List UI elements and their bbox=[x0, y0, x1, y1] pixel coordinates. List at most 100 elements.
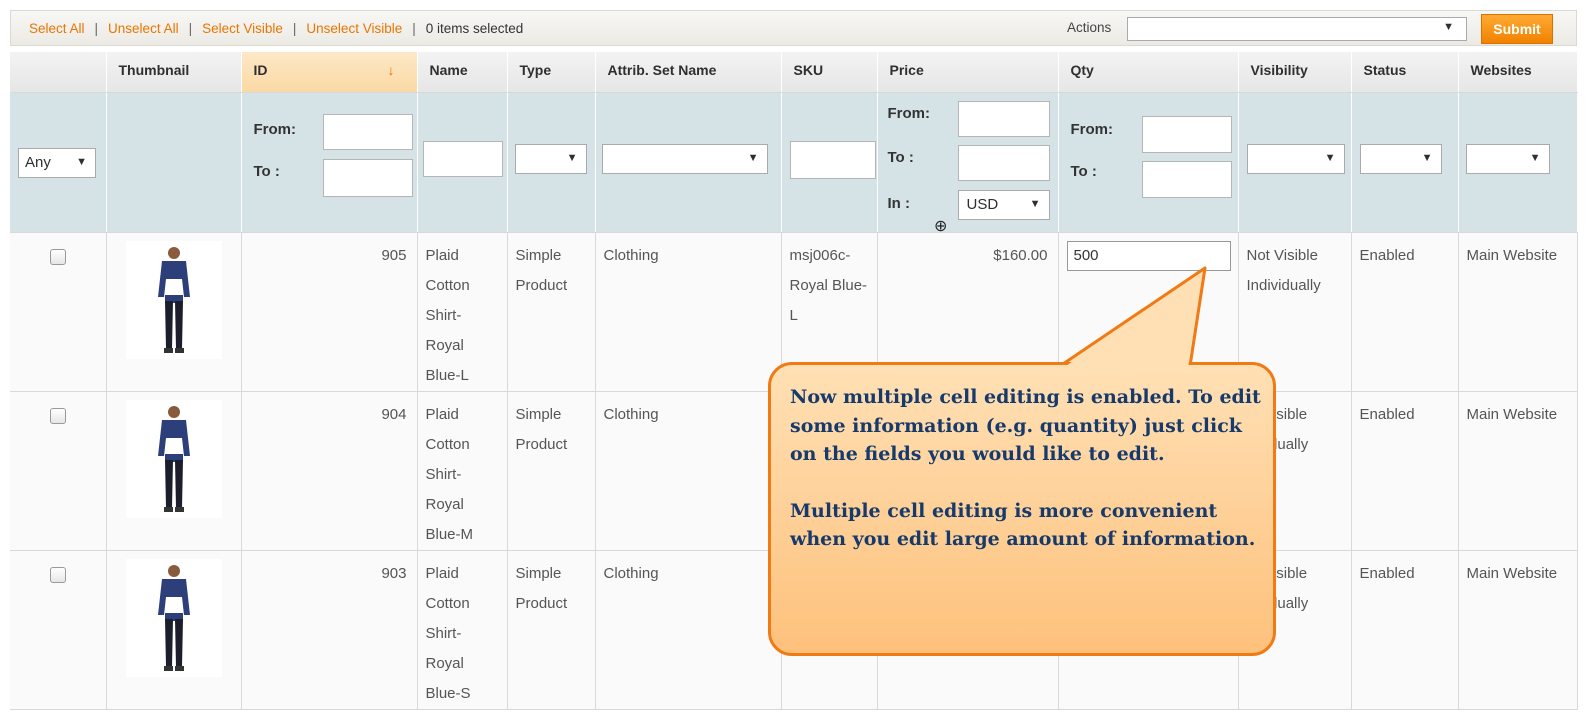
filter-qty: From: To : bbox=[1058, 92, 1239, 233]
row-checkbox[interactable] bbox=[49, 566, 66, 583]
name-cell: Plaid Cotton Shirt- Royal Blue-L bbox=[417, 232, 508, 392]
dropdown-arrow-icon: ▼ bbox=[747, 151, 759, 164]
name-cell: Plaid Cotton Shirt- Royal Blue-M bbox=[417, 391, 508, 551]
actions-label: Actions bbox=[1067, 20, 1112, 35]
product-thumbnail bbox=[125, 558, 222, 677]
grid-header-row: Thumbnail ID ↓ Name Type Attrib. Set Nam… bbox=[10, 52, 1578, 93]
type-cell: Simple Product bbox=[507, 232, 596, 392]
filter-name bbox=[417, 92, 508, 233]
actions-select[interactable]: ▼ bbox=[1127, 17, 1467, 41]
type-cell: Simple Product bbox=[507, 550, 596, 710]
attrib-set-cell: Clothing bbox=[595, 391, 782, 551]
crosshair-cursor-icon: ⊕ bbox=[934, 218, 948, 235]
qty-to-label: To : bbox=[1070, 162, 1097, 180]
filter-attrib-set: ▼ bbox=[595, 92, 782, 233]
price-to-label: To : bbox=[887, 148, 914, 166]
thumbnail-cell bbox=[106, 232, 242, 392]
header-status[interactable]: Status bbox=[1351, 52, 1459, 93]
filter-status: ▼ bbox=[1351, 92, 1459, 233]
header-websites[interactable]: Websites bbox=[1458, 52, 1578, 93]
status-cell: Enabled bbox=[1351, 232, 1459, 392]
filter-id: From: To : bbox=[241, 92, 418, 233]
header-id[interactable]: ID ↓ bbox=[241, 52, 418, 93]
separator: | bbox=[188, 20, 193, 36]
items-selected-count: 0 items selected bbox=[425, 20, 524, 36]
header-name[interactable]: Name bbox=[417, 52, 508, 93]
qty-from-label: From: bbox=[1070, 120, 1114, 138]
sort-desc-icon: ↓ bbox=[387, 62, 395, 78]
filter-sku bbox=[781, 92, 878, 233]
header-visibility[interactable]: Visibility bbox=[1238, 52, 1352, 93]
filter-websites: ▼ bbox=[1458, 92, 1578, 233]
status-filter-select[interactable]: ▼ bbox=[1359, 143, 1442, 174]
unselect-all-link[interactable]: Unselect All bbox=[108, 21, 179, 36]
header-massaction bbox=[10, 52, 107, 93]
websites-cell: Main Website bbox=[1458, 550, 1578, 710]
row-checkbox[interactable] bbox=[49, 407, 66, 424]
tooltip-paragraph-2: Multiple cell editing is more convenient… bbox=[790, 499, 1256, 551]
header-type[interactable]: Type bbox=[507, 52, 596, 93]
product-thumbnail bbox=[125, 399, 222, 518]
select-visible-link[interactable]: Select Visible bbox=[202, 21, 283, 36]
id-from-input[interactable] bbox=[322, 113, 413, 150]
massaction-bar: Select All | Unselect All | Select Visib… bbox=[10, 10, 1577, 46]
filter-price: From: To : In : USD ▼ bbox=[877, 92, 1059, 233]
separator: | bbox=[94, 20, 99, 36]
row-checkbox-cell bbox=[10, 550, 107, 710]
id-to-label: To : bbox=[253, 162, 280, 180]
qty-from-input[interactable] bbox=[1141, 115, 1232, 153]
dropdown-arrow-icon: ▼ bbox=[566, 151, 578, 164]
dropdown-arrow-icon: ▼ bbox=[1443, 21, 1454, 33]
type-filter-select[interactable]: ▼ bbox=[514, 143, 587, 174]
id-cell: 904 bbox=[241, 391, 418, 551]
shirt-model-icon bbox=[157, 246, 190, 353]
row-checkbox-cell bbox=[10, 391, 107, 551]
filter-type: ▼ bbox=[507, 92, 596, 233]
id-cell: 903 bbox=[241, 550, 418, 710]
thumbnail-cell bbox=[106, 391, 242, 551]
attrib-set-filter-select[interactable]: ▼ bbox=[601, 143, 768, 174]
qty-to-input[interactable] bbox=[1141, 160, 1232, 198]
header-qty[interactable]: Qty bbox=[1058, 52, 1239, 93]
tooltip-text: Now multiple cell editing is enabled. To… bbox=[790, 383, 1270, 554]
header-price[interactable]: Price bbox=[877, 52, 1059, 93]
thumbnail-cell bbox=[106, 550, 242, 710]
name-cell: Plaid Cotton Shirt- Royal Blue-S bbox=[417, 550, 508, 710]
shirt-model-icon bbox=[157, 405, 190, 512]
status-cell: Enabled bbox=[1351, 550, 1459, 710]
attrib-set-cell: Clothing bbox=[595, 550, 782, 710]
massaction-links: Select All | Unselect All | Select Visib… bbox=[11, 21, 523, 36]
row-checkbox-cell bbox=[10, 232, 107, 392]
product-thumbnail bbox=[125, 240, 222, 359]
id-cell: 905 bbox=[241, 232, 418, 392]
price-to-input[interactable] bbox=[957, 144, 1050, 181]
type-cell: Simple Product bbox=[507, 391, 596, 551]
tooltip-paragraph-1: Now multiple cell editing is enabled. To… bbox=[790, 386, 1261, 465]
qty-edit-input[interactable]: 500 bbox=[1066, 240, 1231, 271]
header-attrib-set[interactable]: Attrib. Set Name bbox=[595, 52, 782, 93]
unselect-visible-link[interactable]: Unselect Visible bbox=[306, 21, 402, 36]
separator: | bbox=[292, 20, 297, 36]
websites-filter-select[interactable]: ▼ bbox=[1465, 143, 1550, 174]
dropdown-arrow-icon: ▼ bbox=[1529, 151, 1541, 164]
price-from-input[interactable] bbox=[957, 100, 1050, 137]
select-all-link[interactable]: Select All bbox=[29, 21, 85, 36]
websites-cell: Main Website bbox=[1458, 232, 1578, 392]
dropdown-arrow-icon: ▼ bbox=[1421, 151, 1433, 164]
id-to-input[interactable] bbox=[322, 158, 413, 197]
header-sku[interactable]: SKU bbox=[781, 52, 878, 93]
filter-massaction: Any ▼ bbox=[10, 92, 107, 233]
name-filter-input[interactable] bbox=[422, 140, 503, 177]
massaction-any-select[interactable]: Any ▼ bbox=[18, 147, 96, 178]
currency-select[interactable]: USD ▼ bbox=[957, 189, 1050, 220]
grid-filter-row: Any ▼ From: To : ▼ ▼ From: To: In: USD… bbox=[10, 92, 1578, 233]
row-checkbox[interactable] bbox=[49, 248, 66, 265]
header-thumbnail[interactable]: Thumbnail bbox=[106, 52, 242, 93]
submit-button[interactable]: Submit bbox=[1481, 14, 1553, 44]
separator: | bbox=[412, 20, 416, 36]
massaction-any-value: Any bbox=[25, 153, 51, 171]
visibility-filter-select[interactable]: ▼ bbox=[1246, 143, 1345, 174]
shirt-model-icon bbox=[157, 564, 190, 671]
sku-filter-input[interactable] bbox=[789, 140, 876, 179]
status-cell: Enabled bbox=[1351, 391, 1459, 551]
